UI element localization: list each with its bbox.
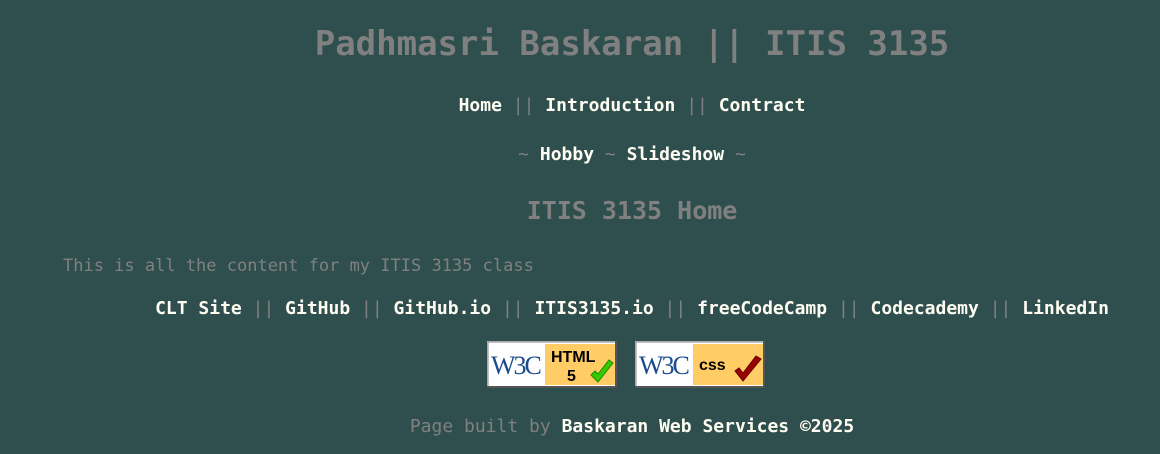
footer-link-linkedin[interactable]: LinkedIn <box>1022 298 1109 319</box>
footer-link-clt-site[interactable]: CLT Site <box>155 298 242 319</box>
nav-separator: ~ <box>518 144 530 165</box>
html-badge-label: HTML <box>551 349 596 366</box>
nav-separator: ~ <box>734 144 746 165</box>
html-badge-version: 5 <box>567 368 576 385</box>
nav-separator: || <box>686 95 708 116</box>
w3c-logo-text: W3C <box>491 351 541 380</box>
css-badge-label: css <box>699 357 726 374</box>
footer-separator: || <box>664 298 687 319</box>
nav-link-introduction[interactable]: Introduction <box>545 95 675 116</box>
footer-link-github[interactable]: GitHub <box>285 298 350 319</box>
footer-links: CLT Site || GitHub || GitHub.io || ITIS3… <box>0 297 1160 321</box>
validation-badges: W3C HTML 5 W3C css <box>487 341 765 388</box>
intro-text: This is all the content for my ITIS 3135… <box>63 256 534 276</box>
section-heading: ITIS 3135 Home <box>526 196 738 225</box>
built-by-company: Baskaran Web Services ©2025 <box>561 416 855 437</box>
built-by-footer: Page built by Baskaran Web Services ©202… <box>0 415 1160 439</box>
footer-separator: || <box>501 298 524 319</box>
footer-separator: || <box>361 298 383 319</box>
nav-separator: || <box>512 95 535 116</box>
footer-link-codecademy[interactable]: Codecademy <box>870 298 978 319</box>
footer-link-itis3135-io[interactable]: ITIS3135.io <box>534 298 653 319</box>
built-by-prefix: Page built by <box>409 416 551 437</box>
html5-validator-badge[interactable]: W3C HTML 5 <box>487 341 617 388</box>
secondary-nav: ~ Hobby ~ Slideshow ~ <box>0 143 1160 167</box>
nav-link-home[interactable]: Home <box>459 95 502 116</box>
footer-separator: || <box>837 298 860 319</box>
footer-link-github-io[interactable]: GitHub.io <box>394 298 492 319</box>
css-validator-badge-graphic: W3C css <box>635 341 765 388</box>
nav-separator: ~ <box>604 144 616 165</box>
w3c-logo-text: W3C <box>639 351 689 380</box>
html5-validator-badge-graphic: W3C HTML 5 <box>487 341 617 388</box>
nav-link-hobby[interactable]: Hobby <box>540 144 594 165</box>
nav-link-contract[interactable]: Contract <box>719 95 806 116</box>
page-title: Padhmasri Baskaran || ITIS 3135 <box>314 24 950 64</box>
nav-link-slideshow[interactable]: Slideshow <box>627 144 725 165</box>
primary-nav: Home || Introduction || Contract <box>0 94 1160 118</box>
footer-link-freecodecamp[interactable]: freeCodeCamp <box>697 298 827 319</box>
footer-separator: || <box>252 298 275 319</box>
footer-separator: || <box>989 298 1012 319</box>
css-validator-badge[interactable]: W3C css <box>635 341 765 388</box>
